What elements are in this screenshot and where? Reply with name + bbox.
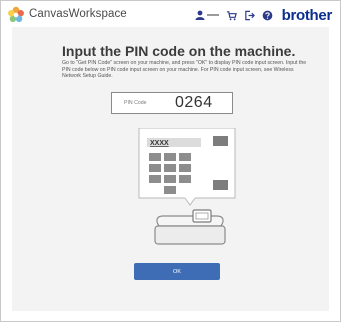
user-icon bbox=[195, 10, 205, 20]
pin-code-value: 0264 bbox=[175, 94, 213, 111]
pin-code-label: PIN Code bbox=[124, 100, 147, 106]
cart-icon[interactable] bbox=[226, 10, 237, 21]
screen-field-text: XXXX bbox=[150, 140, 169, 147]
ok-button[interactable]: OK bbox=[134, 263, 220, 280]
pin-code-display: PIN Code 0264 bbox=[111, 92, 233, 114]
instructions-text: Go to "Get PIN Code" screen on your mach… bbox=[62, 60, 307, 80]
header-toolbar: brother bbox=[195, 5, 332, 25]
flower-logo-icon[interactable] bbox=[7, 6, 25, 24]
brand-logo: brother bbox=[281, 6, 333, 24]
machine-screen-illustration: XXXX bbox=[138, 128, 236, 206]
user-name-redacted bbox=[206, 14, 219, 16]
user-menu[interactable] bbox=[195, 10, 219, 20]
app-window: CanvasWorkspace brother Input the PIN co… bbox=[0, 0, 341, 322]
machine-illustration: XXXX bbox=[138, 128, 236, 245]
cutting-machine-illustration bbox=[154, 209, 226, 245]
help-icon[interactable] bbox=[262, 10, 273, 21]
app-header: CanvasWorkspace brother bbox=[1, 1, 340, 28]
app-title: CanvasWorkspace bbox=[29, 8, 127, 20]
page-title: Input the PIN code on the machine. bbox=[62, 43, 296, 59]
main-panel: Input the PIN code on the machine. Go to… bbox=[12, 27, 329, 311]
logout-icon[interactable] bbox=[244, 10, 255, 21]
